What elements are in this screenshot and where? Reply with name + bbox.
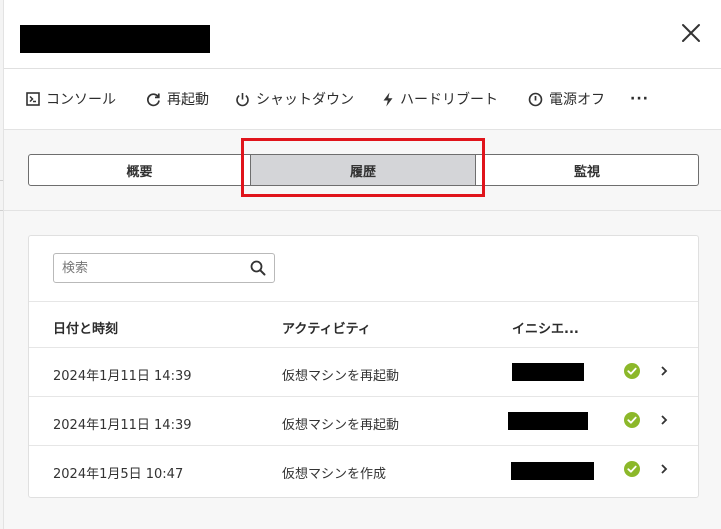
lightning-icon [383, 92, 393, 106]
power-icon [236, 92, 249, 106]
table-row[interactable]: 2024年1月5日 10:47 仮想マシンを作成 [29, 446, 698, 495]
chevron-right-icon[interactable] [659, 365, 669, 377]
column-activity[interactable]: アクティビティ [282, 318, 371, 337]
success-icon [624, 363, 640, 379]
redacted-title [20, 25, 210, 53]
success-icon [624, 412, 640, 428]
chevron-right-icon[interactable] [659, 463, 669, 475]
row-activity: 仮想マシンを再起動 [282, 418, 400, 433]
more-actions-button[interactable]: ··· [630, 89, 649, 109]
shutdown-label: シャットダウン [256, 92, 354, 108]
success-icon [624, 461, 640, 477]
column-datetime[interactable]: 日付と時刻 [53, 318, 118, 337]
close-icon[interactable] [680, 22, 702, 44]
tab-history[interactable]: 履歴 [251, 155, 476, 185]
restart-icon [147, 92, 160, 106]
hard-reboot-button[interactable]: ハードリブート [382, 89, 498, 109]
column-initiator[interactable]: イニシエ... [512, 318, 579, 337]
vm-detail-panel: コンソール 再起動 シャットダウン ハードリブート 電源オフ ··· 概要 履歴… [3, 0, 721, 529]
tab-monitoring[interactable]: 監視 [476, 155, 698, 185]
console-icon [26, 92, 40, 106]
row-datetime: 2024年1月11日 14:39 [53, 369, 192, 384]
tab-monitoring-label: 監視 [573, 164, 600, 180]
redacted-initiator [508, 412, 588, 430]
tab-overview[interactable]: 概要 [29, 155, 251, 185]
action-toolbar: コンソール 再起動 シャットダウン ハードリブート 電源オフ ··· [4, 69, 721, 130]
tab-bar: 概要 履歴 監視 [28, 154, 699, 186]
section-divider [4, 210, 721, 211]
console-button[interactable]: コンソール [26, 89, 116, 109]
shutdown-button[interactable]: シャットダウン [235, 89, 354, 109]
table-header: 日付と時刻 アクティビティ イニシエ... [29, 301, 698, 348]
row-activity: 仮想マシンを作成 [282, 467, 387, 482]
search-box [53, 253, 275, 283]
restart-button[interactable]: 再起動 [146, 89, 209, 109]
chevron-right-icon[interactable] [659, 414, 669, 426]
power-off-label: 電源オフ [549, 92, 605, 108]
row-activity: 仮想マシンを再起動 [282, 369, 400, 384]
redacted-initiator [512, 363, 584, 381]
search-input[interactable] [54, 254, 244, 282]
console-label: コンソール [46, 92, 116, 108]
table-row[interactable]: 2024年1月11日 14:39 仮想マシンを再起動 [29, 397, 698, 446]
restart-label: 再起動 [167, 92, 209, 108]
table-row[interactable]: 2024年1月11日 14:39 仮想マシンを再起動 [29, 348, 698, 397]
content-area: 概要 履歴 監視 日付と時刻 アクティビティ イニシエ... 2024年1月11… [4, 130, 721, 529]
redacted-initiator [511, 462, 594, 480]
power-off-button[interactable]: 電源オフ [528, 89, 605, 109]
row-datetime: 2024年1月11日 14:39 [53, 418, 192, 433]
power-off-icon [528, 92, 543, 106]
history-card: 日付と時刻 アクティビティ イニシエ... 2024年1月11日 14:39 仮… [28, 235, 699, 498]
search-icon[interactable] [250, 260, 266, 276]
hard-reboot-label: ハードリブート [400, 92, 498, 108]
row-datetime: 2024年1月5日 10:47 [53, 467, 184, 482]
tab-history-label: 履歴 [349, 164, 376, 180]
panel-header [4, 0, 721, 69]
more-icon: ··· [630, 91, 649, 107]
tab-overview-label: 概要 [126, 164, 153, 180]
